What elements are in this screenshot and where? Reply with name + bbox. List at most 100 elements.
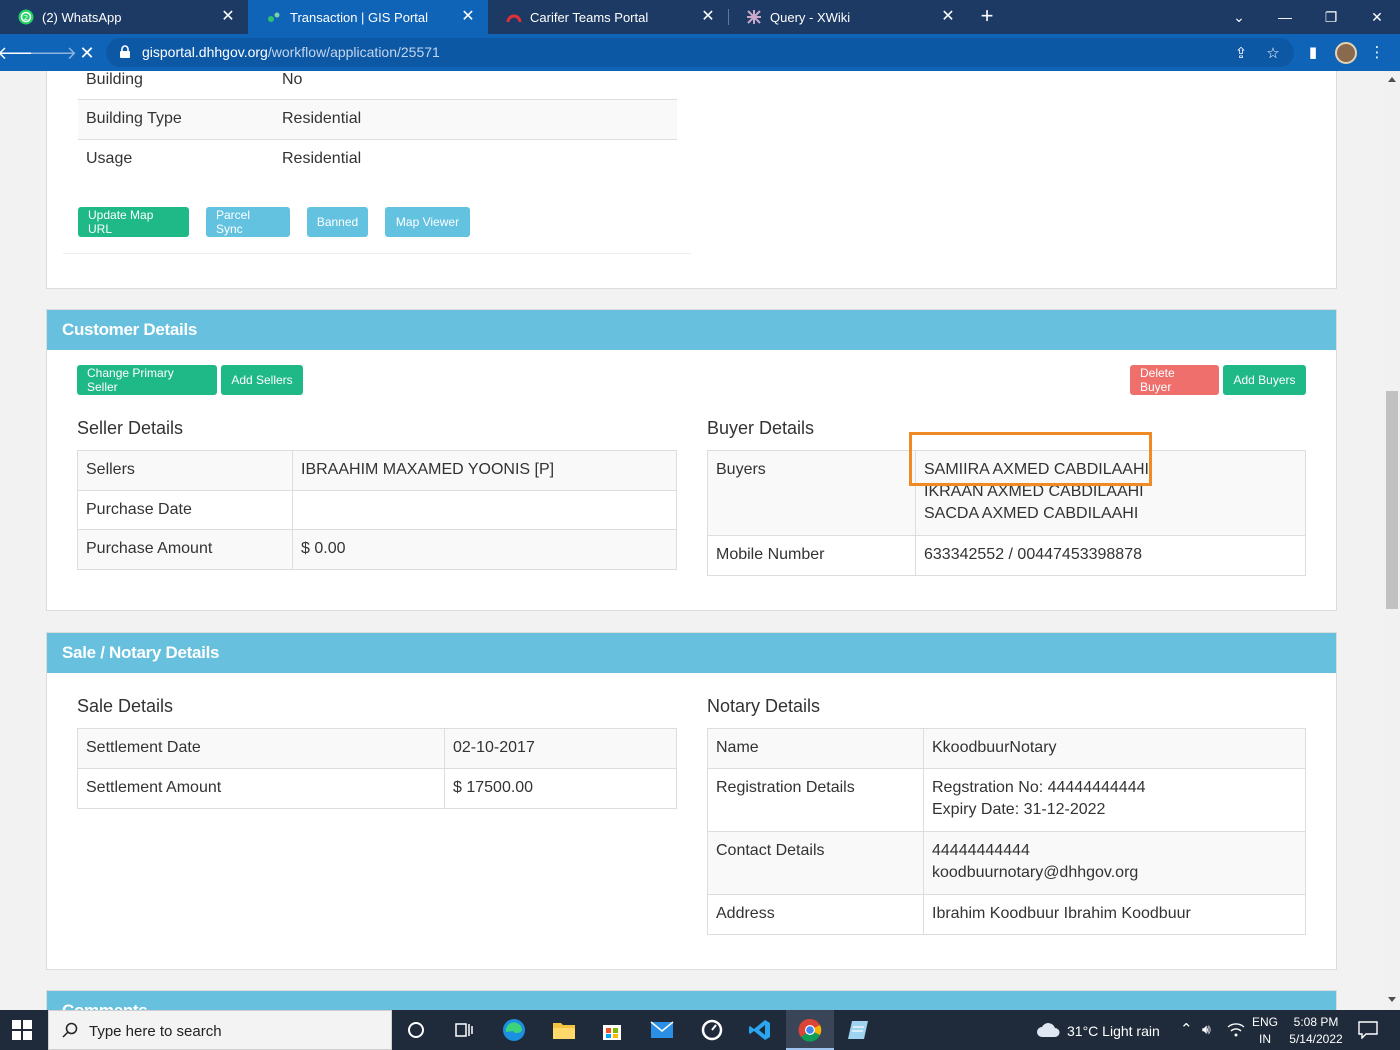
carifer-icon: [506, 9, 522, 25]
update-map-url-button[interactable]: Update Map URL: [78, 207, 189, 237]
notepad-icon[interactable]: [846, 1018, 870, 1042]
close-icon[interactable]: ✕: [458, 9, 478, 25]
microsoft-store-icon[interactable]: [600, 1018, 624, 1042]
table-row: Building No: [78, 71, 677, 100]
sale-notary-details-card: Sale / Notary Details Sale Details Settl…: [46, 632, 1337, 970]
table-row: Name KkoodbuurNotary: [707, 728, 1306, 769]
map-viewer-button[interactable]: Map Viewer: [385, 207, 470, 237]
clock-time[interactable]: 5:08 PM: [1286, 1015, 1346, 1029]
url-host: gisportal.dhhgov.org: [142, 44, 268, 60]
seller-details-heading: Seller Details: [77, 418, 184, 438]
contact-email: koodbuurnotary@dhhgov.org: [932, 864, 1139, 881]
sellers-label: Sellers: [77, 450, 293, 491]
tab-gis-portal[interactable]: Transaction | GIS Portal ✕: [248, 0, 488, 34]
close-icon[interactable]: ✕: [938, 9, 958, 25]
weather-cloud-icon[interactable]: [1036, 1018, 1060, 1042]
file-explorer-icon[interactable]: [552, 1018, 576, 1042]
page-scrollbar[interactable]: [1384, 71, 1400, 1010]
stop-loading-icon[interactable]: ✕: [74, 40, 100, 66]
page-content: Building No Building Type Residential Us…: [0, 71, 1384, 1010]
notary-details-heading: Notary Details: [707, 696, 821, 716]
add-buyers-button[interactable]: Add Buyers: [1223, 365, 1306, 395]
volume-icon[interactable]: 🔊︎: [1202, 1021, 1211, 1038]
table-row: Building Type Residential: [78, 99, 677, 140]
forward-arrow-icon[interactable]: 🡒: [29, 40, 77, 66]
property-details-card: Building No Building Type Residential Us…: [46, 71, 1337, 289]
xwiki-icon: [746, 9, 762, 25]
bookmark-star-icon[interactable]: ☆: [1264, 44, 1282, 62]
property-table: Building No Building Type Residential Us…: [78, 71, 677, 180]
notifications-icon[interactable]: [1356, 1018, 1380, 1042]
add-sellers-button[interactable]: Add Sellers: [221, 365, 303, 395]
scroll-down-icon[interactable]: [1388, 997, 1396, 1002]
close-icon[interactable]: ✕: [698, 9, 718, 25]
wifi-icon[interactable]: [1226, 1020, 1246, 1040]
tab-whatsapp[interactable]: 2 (2) WhatsApp ✕: [0, 0, 248, 34]
language-region-text[interactable]: IN: [1252, 1032, 1278, 1046]
restore-icon[interactable]: ❐: [1308, 0, 1354, 34]
mobile-number-label: Mobile Number: [707, 535, 916, 576]
banned-button[interactable]: Banned: [307, 207, 368, 237]
table-row: Sellers IBRAAHIM MAXAMED YOONIS [P]: [77, 450, 677, 491]
chrome-icon[interactable]: [798, 1018, 822, 1042]
clock-date[interactable]: 5/14/2022: [1284, 1032, 1348, 1046]
sale-details-table: Settlement Date 02-10-2017 Settlement Am…: [77, 728, 677, 809]
scrollbar-thumb[interactable]: [1386, 391, 1398, 609]
comments-header: Comments: [47, 991, 1336, 1010]
menu-kebab-icon[interactable]: ⋮: [1368, 43, 1386, 61]
scroll-up-icon[interactable]: [1388, 77, 1396, 82]
row-value: Residential: [274, 99, 677, 140]
tab-carifer-teams[interactable]: Carifer Teams Portal ✕: [488, 0, 728, 34]
row-label: Building Type: [78, 99, 274, 140]
table-row: Mobile Number 633342552 / 00447453398878: [707, 535, 1306, 576]
new-tab-plus-icon[interactable]: +: [976, 5, 998, 27]
share-icon[interactable]: ⇪: [1232, 44, 1250, 62]
tab-xwiki[interactable]: Query - XWiki ✕: [728, 0, 968, 34]
sale-details-heading: Sale Details: [77, 696, 174, 716]
tab-search-chevron-icon[interactable]: ⌄: [1216, 0, 1262, 34]
row-value: No: [282, 71, 303, 88]
purchase-amount-value: $ 0.00: [292, 529, 677, 570]
address-bar[interactable]: gisportal.dhhgov.org/workflow/applicatio…: [106, 38, 1294, 67]
settlement-date-value: 02-10-2017: [444, 728, 677, 769]
registration-details-label: Registration Details: [707, 768, 924, 832]
task-view-icon[interactable]: [452, 1018, 476, 1042]
window-close-icon[interactable]: ✕: [1354, 0, 1400, 34]
table-row: Settlement Amount $ 17500.00: [77, 768, 677, 809]
change-primary-seller-button[interactable]: Change Primary Seller: [77, 365, 217, 395]
notary-name-label: Name: [707, 728, 924, 769]
comments-card: Comments: [46, 990, 1337, 1010]
parcel-sync-button[interactable]: Parcel Sync: [206, 207, 290, 237]
edge-browser-icon[interactable]: [502, 1018, 526, 1042]
table-row: Settlement Date 02-10-2017: [77, 728, 677, 769]
minimize-icon[interactable]: —: [1262, 0, 1308, 34]
language-text[interactable]: ENG: [1252, 1015, 1278, 1029]
tray-chevron-up-icon[interactable]: ⌃: [1180, 1020, 1193, 1038]
clock-app-icon[interactable]: [700, 1018, 724, 1042]
buyer-details-heading: Buyer Details: [707, 418, 815, 438]
weather-text[interactable]: 31°C Light rain: [1067, 1023, 1160, 1039]
row-label: Building: [86, 71, 143, 88]
delete-buyer-button[interactable]: Delete Buyer: [1130, 365, 1219, 395]
close-icon[interactable]: ✕: [218, 9, 238, 25]
cortana-icon[interactable]: [404, 1018, 428, 1042]
table-row: Purchase Amount $ 0.00: [77, 529, 677, 570]
whatsapp-icon: 2: [18, 9, 34, 25]
windows-start-icon[interactable]: [12, 1020, 32, 1040]
url-text: gisportal.dhhgov.org/workflow/applicatio…: [142, 44, 440, 60]
mail-icon[interactable]: [650, 1018, 674, 1042]
seller-details-table: Sellers IBRAAHIM MAXAMED YOONIS [P] Purc…: [77, 450, 677, 570]
table-row: Contact Details 44444444444 koodbuurnota…: [707, 831, 1306, 895]
side-panel-icon[interactable]: ▮: [1304, 43, 1322, 61]
contact-details-label: Contact Details: [707, 831, 924, 895]
table-row: Address Ibrahim Koodbuur Ibrahim Koodbuu…: [707, 894, 1306, 935]
purchase-amount-label: Purchase Amount: [77, 529, 293, 570]
vscode-icon[interactable]: [748, 1018, 772, 1042]
profile-avatar[interactable]: [1335, 42, 1357, 64]
taskbar-search-input[interactable]: Type here to search: [48, 1010, 392, 1050]
search-icon: [62, 1022, 78, 1038]
browser-tab-strip: 2 (2) WhatsApp ✕ Transaction | GIS Porta…: [0, 0, 1400, 34]
tab-title: Query - XWiki: [770, 9, 851, 25]
customer-details-header: Customer Details: [47, 310, 1336, 350]
address-value: Ibrahim Koodbuur Ibrahim Koodbuur: [923, 894, 1306, 935]
